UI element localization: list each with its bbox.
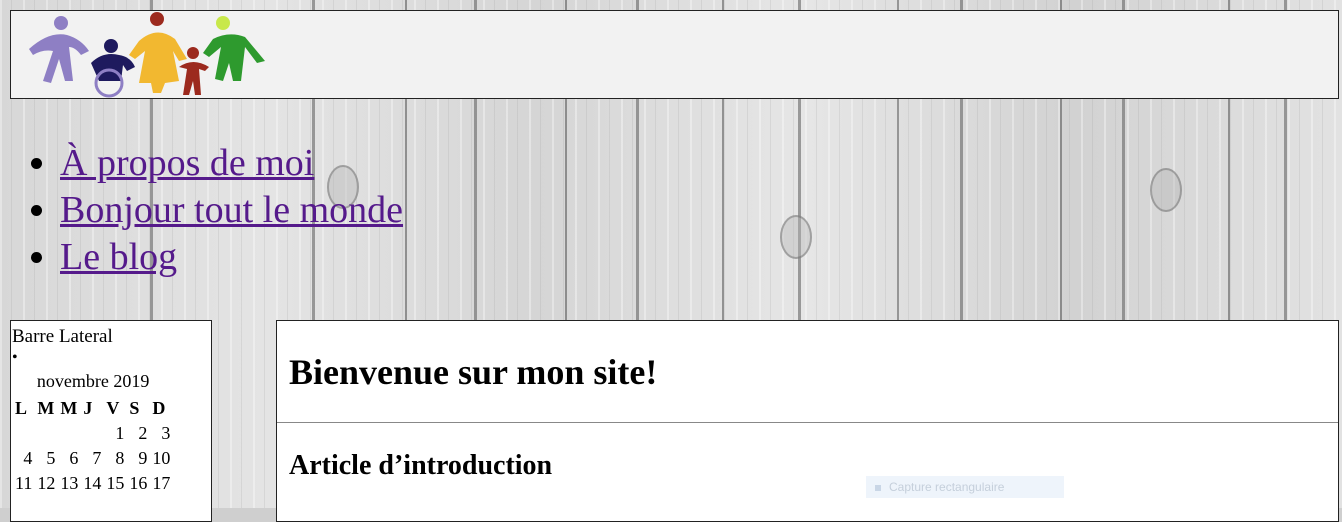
calendar-day: 6 [69, 448, 79, 468]
calendar-widget: novembre 2019 L M M J V S D 1 2 3 4 5 6 … [13, 371, 173, 496]
calendar-day: 16 [129, 473, 148, 493]
calendar-week: 11 12 13 14 15 16 17 [13, 471, 173, 496]
calendar-day: 2 [138, 423, 148, 443]
wood-knot [780, 215, 812, 259]
calendar-day: 7 [92, 448, 102, 468]
calendar-day: 8 [115, 448, 125, 468]
calendar-week: 4 5 6 7 8 9 10 [13, 446, 173, 471]
nav-item-about: À propos de moi [60, 140, 403, 187]
calendar-day: 5 [46, 448, 56, 468]
sidebar-title: Barre Lateral [12, 326, 113, 347]
weekday-header: V [106, 398, 120, 418]
calendar-day: 9 [138, 448, 148, 468]
calendar-weekdays: L M M J V S D [13, 396, 173, 421]
weekday-header: M [60, 398, 78, 418]
nav-item-hello: Bonjour tout le monde [60, 187, 403, 234]
calendar-day: 12 [37, 473, 56, 493]
capture-label: Capture rectangulaire [889, 480, 1005, 494]
weekday-header: S [129, 398, 140, 418]
site-header [10, 10, 1339, 99]
calendar-day: 14 [83, 473, 102, 493]
calendar-day [58, 421, 81, 446]
calendar-day: 4 [23, 448, 33, 468]
weekday-header: L [15, 398, 28, 418]
calendar-day: 15 [106, 473, 125, 493]
calendar-day [35, 421, 58, 446]
calendar-week: 1 2 3 [13, 421, 173, 446]
wood-knot [1150, 168, 1182, 212]
calendar-caption: novembre 2019 [36, 371, 150, 391]
calendar-day: 10 [152, 448, 171, 468]
nav-link-about[interactable]: À propos de moi [60, 142, 314, 184]
nav-link-blog[interactable]: Le blog [60, 236, 177, 278]
main-navigation: À propos de moi Bonjour tout le monde Le… [0, 140, 403, 281]
nav-item-blog: Le blog [60, 234, 403, 281]
family-figures-logo[interactable] [19, 11, 269, 98]
weekday-header: D [152, 398, 166, 418]
calendar-day: 13 [60, 473, 79, 493]
calendar-day: 1 [115, 423, 125, 443]
article-title[interactable]: Article d’introduction [289, 450, 552, 482]
content-divider [277, 422, 1338, 423]
main-content: Bienvenue sur mon site! Article d’introd… [276, 320, 1339, 522]
weekday-header: M [37, 398, 55, 418]
weekday-header: J [83, 398, 93, 418]
calendar-day [81, 421, 104, 446]
sidebar: Barre Lateral • novembre 2019 L M M J V … [10, 320, 212, 522]
page-title: Bienvenue sur mon site! [289, 352, 658, 392]
nav-link-hello-world[interactable]: Bonjour tout le monde [60, 189, 403, 231]
calendar-day: 17 [152, 473, 171, 493]
calendar-day: 3 [161, 423, 171, 443]
calendar-day: 11 [15, 473, 33, 493]
capture-tooltip: Capture rectangulaire [866, 476, 1064, 498]
calendar-day [13, 421, 35, 446]
capture-icon [875, 485, 881, 491]
bullet-marker: • [12, 349, 18, 366]
